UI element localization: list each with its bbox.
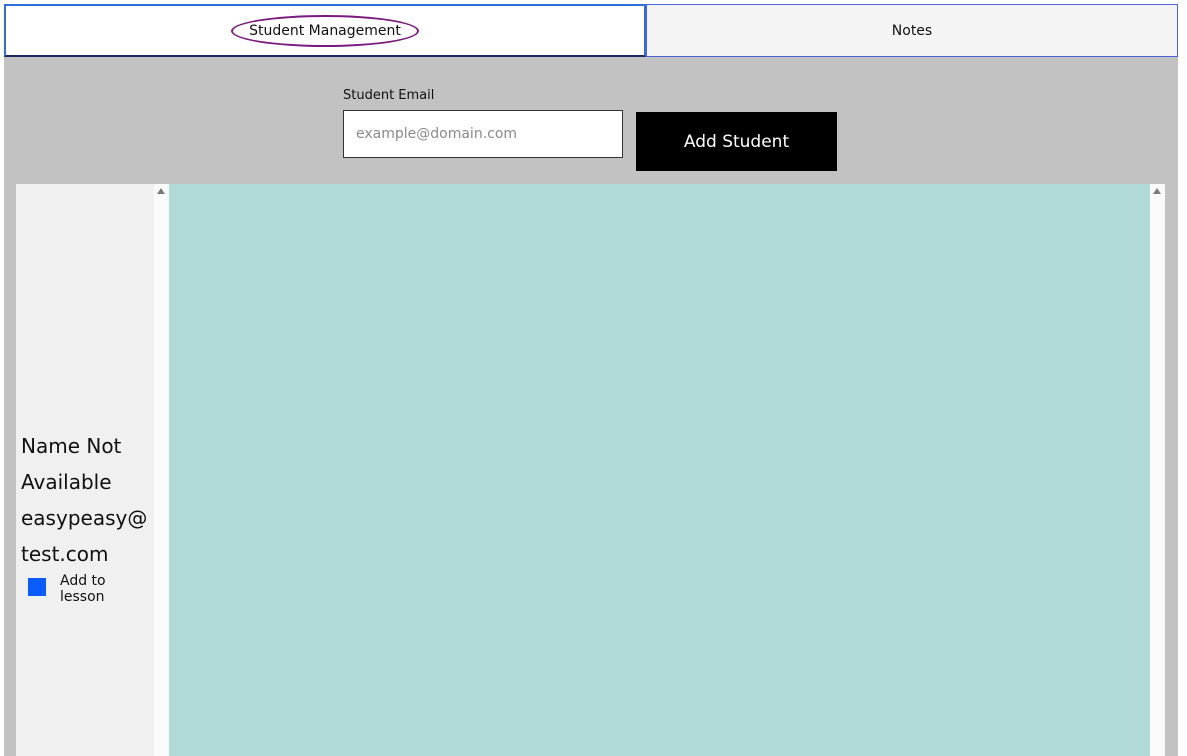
content-scrollbar[interactable]: [1150, 184, 1165, 756]
app-root: Student Management Notes Student Email A…: [0, 0, 1187, 756]
student-list-scrollbar[interactable]: [154, 184, 169, 756]
scroll-up-arrow-icon[interactable]: [1153, 188, 1161, 194]
scroll-up-arrow-icon[interactable]: [157, 188, 165, 194]
student-name: Name Not Available: [21, 434, 122, 494]
add-to-lesson-label: Add to lesson: [60, 573, 106, 605]
student-email-label: Student Email: [343, 88, 435, 103]
student-email: easypeasy@test.com: [21, 506, 148, 566]
tab-student-management[interactable]: Student Management: [4, 4, 646, 57]
content-area: [169, 184, 1150, 756]
student-email-input[interactable]: [343, 110, 623, 158]
add-to-lesson-checkbox[interactable]: [28, 578, 46, 596]
tab-notes-label: Notes: [891, 22, 933, 39]
add-student-button[interactable]: Add Student: [636, 112, 837, 171]
tab-notes[interactable]: Notes: [646, 4, 1178, 57]
tab-student-management-label: Student Management: [231, 14, 419, 47]
